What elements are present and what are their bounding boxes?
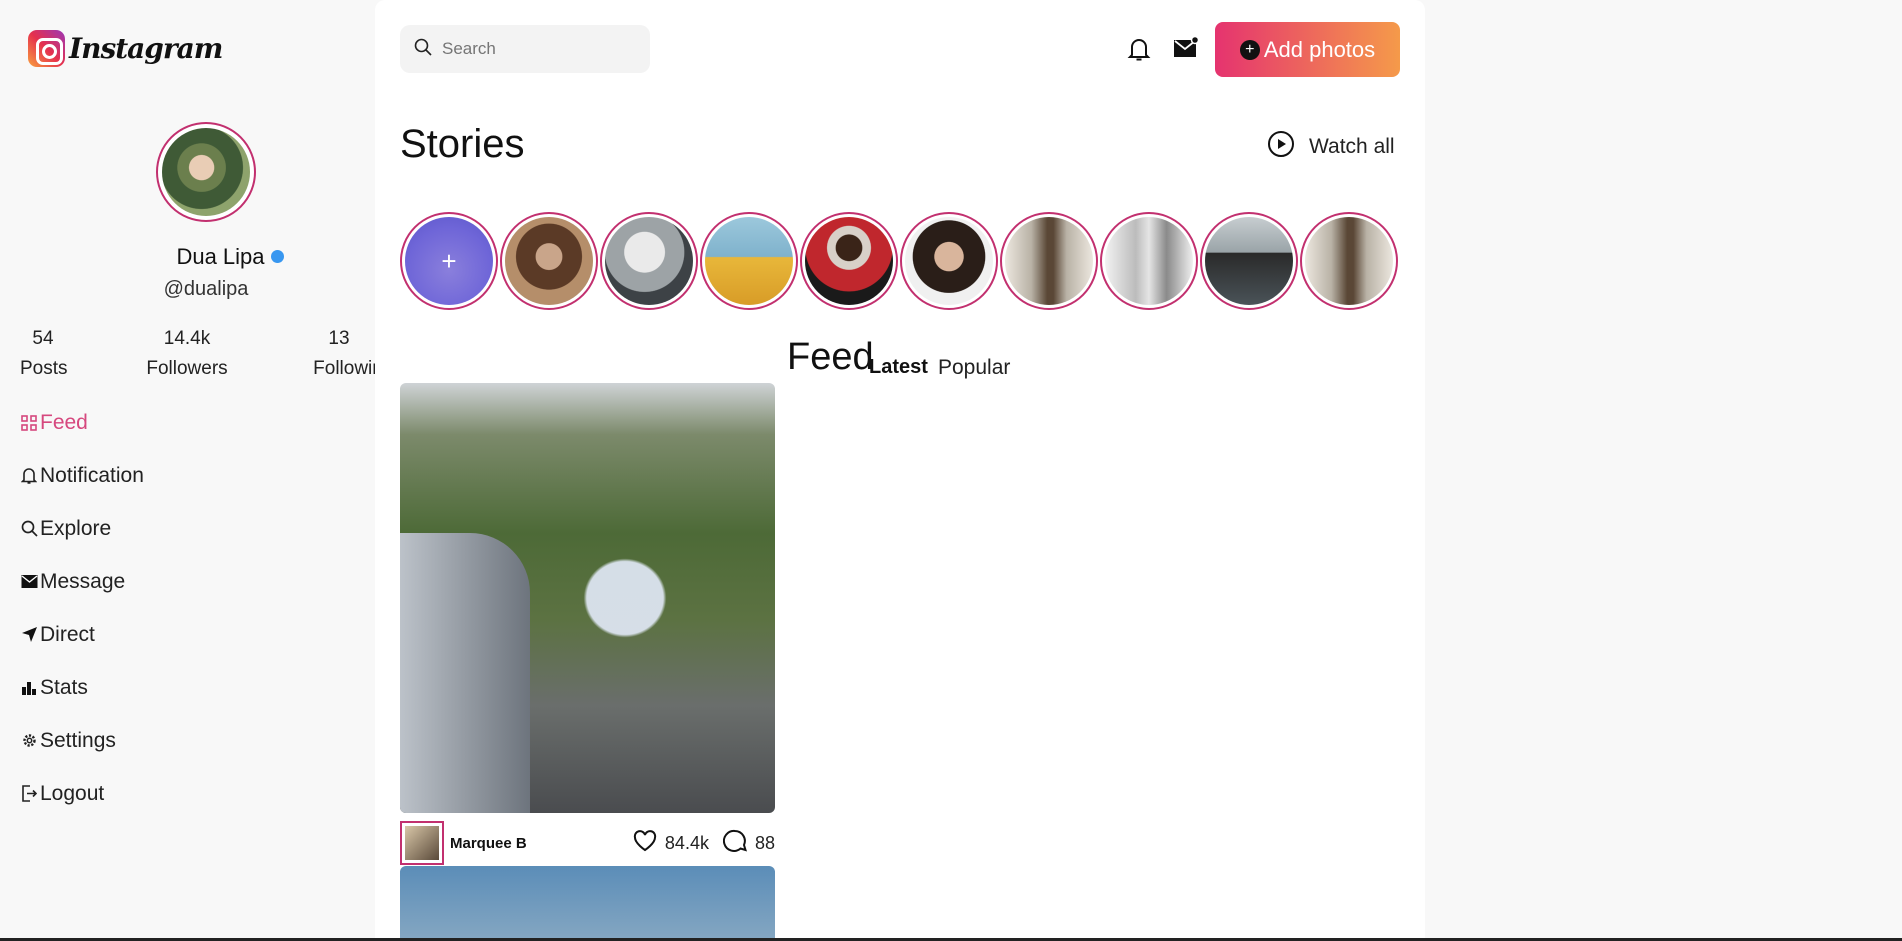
post-image[interactable] (400, 866, 775, 941)
instagram-logo-icon (28, 30, 65, 67)
right-background (1425, 0, 1902, 941)
sidebar-item-label: Stats (40, 675, 88, 699)
profile-name: Dua Lipa (176, 244, 265, 269)
sidebar-item-logout[interactable]: Logout (20, 767, 144, 820)
plus-icon: + (441, 245, 457, 276)
stat-posts-value: 54 (32, 328, 54, 349)
bell-icon (20, 467, 38, 485)
instagram-logo[interactable]: Instagram (28, 30, 223, 67)
likes-count: 84.4k (664, 832, 709, 853)
stories-title: Stories (400, 122, 525, 166)
story-item[interactable] (1300, 212, 1398, 310)
sidebar-item-label: Notification (40, 463, 144, 487)
story-image (1105, 217, 1193, 305)
sidebar-item-label: Logout (40, 781, 105, 805)
sidebar-item-feed[interactable]: Feed (20, 396, 144, 449)
main-content: + Add photos Stories Watch all + Feed La… (375, 0, 1425, 941)
sidebar-item-label: Feed (40, 410, 88, 434)
post-image[interactable] (400, 383, 775, 813)
mail-icon (20, 573, 38, 591)
sidebar: Instagram Dua Lipa @dualipa 54 Posts 14.… (0, 0, 383, 941)
story-item[interactable] (900, 212, 998, 310)
verified-badge-icon (270, 249, 284, 263)
feed-title: Feed (787, 336, 874, 378)
search-input[interactable] (442, 39, 622, 59)
tab-popular[interactable]: Popular (938, 356, 1010, 380)
sidebar-item-label: Explore (40, 516, 112, 540)
send-icon (20, 626, 38, 644)
watch-all-label: Watch all (1309, 135, 1395, 158)
story-item[interactable] (500, 212, 598, 310)
add-photos-button[interactable]: + Add photos (1215, 22, 1400, 77)
header-icons (1127, 35, 1200, 67)
story-item[interactable] (1200, 212, 1298, 310)
story-image (1205, 217, 1293, 305)
sidebar-item-notification[interactable]: Notification (20, 449, 144, 502)
comment-icon[interactable] (722, 829, 747, 858)
story-item[interactable] (600, 212, 698, 310)
grid-icon (20, 414, 38, 432)
search-icon (414, 38, 432, 61)
avatar-image (162, 128, 250, 216)
search-bar[interactable] (400, 25, 650, 73)
sidebar-item-stats[interactable]: Stats (20, 661, 144, 714)
post-footer: Marquee B 84.4k 88 (400, 821, 775, 865)
story-item[interactable] (1100, 212, 1198, 310)
sidebar-item-label: Message (40, 569, 126, 593)
stat-following-label: Followin (313, 358, 383, 379)
story-add[interactable]: + (400, 212, 498, 310)
bell-icon[interactable] (1127, 36, 1151, 67)
avatar-image (405, 826, 439, 860)
post-author-avatar[interactable] (400, 821, 444, 865)
sidebar-nav: Feed Notification Explore Message Direct (20, 396, 144, 820)
bar-chart-icon (20, 679, 38, 697)
story-image (705, 217, 793, 305)
story-item[interactable] (1000, 212, 1098, 310)
stories-row: + (400, 212, 1398, 310)
post-stats: 84.4k 88 (633, 829, 775, 858)
watch-all-button[interactable]: Watch all (1267, 130, 1395, 164)
sidebar-item-label: Settings (40, 728, 116, 752)
stat-posts[interactable]: 54 Posts (20, 328, 68, 380)
add-photos-label: Add photos (1263, 36, 1376, 62)
stat-followers-value: 14.4k (163, 328, 211, 349)
sidebar-item-label: Direct (40, 622, 95, 646)
sidebar-item-message[interactable]: Message (20, 555, 144, 608)
story-item[interactable] (700, 212, 798, 310)
tab-latest[interactable]: Latest (869, 356, 928, 379)
story-image (1005, 217, 1093, 305)
comments-count: 88 (754, 832, 775, 853)
stat-posts-label: Posts (20, 358, 68, 379)
story-image: + (405, 217, 493, 305)
logo-text: Instagram (69, 32, 223, 65)
story-image (505, 217, 593, 305)
profile-avatar[interactable] (156, 122, 256, 222)
post-author-name[interactable]: Marquee B (450, 835, 527, 852)
story-image (1305, 217, 1393, 305)
story-image (605, 217, 693, 305)
story-item[interactable] (800, 212, 898, 310)
search-icon (20, 520, 38, 538)
heart-icon[interactable] (633, 829, 657, 857)
sidebar-item-settings[interactable]: Settings (20, 714, 144, 767)
profile-handle: @dualipa (163, 278, 249, 300)
gear-icon (20, 732, 38, 750)
logout-icon (20, 785, 38, 803)
sidebar-item-direct[interactable]: Direct (20, 608, 144, 661)
stat-followers[interactable]: 14.4k Followers (144, 328, 230, 380)
sidebar-item-explore[interactable]: Explore (20, 502, 144, 555)
plus-circle-icon: + (1239, 39, 1260, 60)
stat-followers-label: Followers (146, 358, 228, 379)
mail-icon[interactable] (1173, 35, 1200, 67)
story-image (905, 217, 993, 305)
play-circle-icon (1267, 130, 1295, 164)
story-image (805, 217, 893, 305)
